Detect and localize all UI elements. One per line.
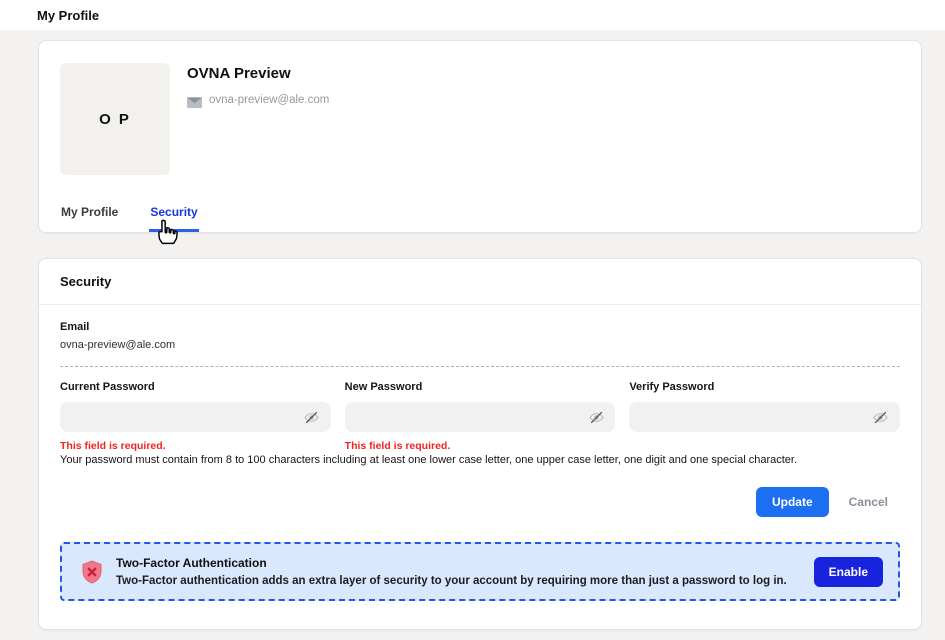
- update-button[interactable]: Update: [756, 487, 829, 517]
- security-card-title: Security: [60, 274, 111, 289]
- profile-name: OVNA Preview: [187, 65, 329, 82]
- two-factor-title: Two-Factor Authentication: [116, 556, 814, 570]
- avatar: O P: [60, 63, 170, 175]
- email-label: Email: [60, 321, 900, 333]
- section-divider: [60, 366, 900, 367]
- security-card: Security Email ovna-preview@ale.com Curr…: [38, 258, 922, 630]
- current-password-label: Current Password: [60, 381, 331, 393]
- profile-card: O P OVNA Preview ovna-preview@ale.com My…: [38, 40, 922, 233]
- page-title: My Profile: [37, 8, 99, 23]
- profile-tabs: My Profile Security: [60, 205, 199, 232]
- current-password-input[interactable]: [60, 402, 331, 432]
- current-password-field-group: Current Password This field is required.: [60, 381, 331, 453]
- security-card-header: Security: [39, 259, 921, 305]
- envelope-icon: [187, 95, 202, 106]
- verify-password-error: [629, 440, 900, 453]
- profile-email: ovna-preview@ale.com: [209, 94, 329, 106]
- shield-x-icon: [81, 560, 103, 584]
- top-bar: My Profile: [0, 0, 945, 30]
- new-password-field-group: New Password This field is required.: [345, 381, 616, 453]
- new-password-error: This field is required.: [345, 440, 616, 453]
- enable-button[interactable]: Enable: [814, 557, 883, 587]
- tab-my-profile[interactable]: My Profile: [60, 205, 119, 232]
- page: My Profile O P OVNA Preview ovna-preview…: [0, 0, 945, 640]
- verify-password-field-group: Verify Password: [629, 381, 900, 453]
- new-password-input[interactable]: [345, 402, 616, 432]
- current-password-error: This field is required.: [60, 440, 331, 453]
- cancel-button[interactable]: Cancel: [849, 495, 888, 509]
- new-password-label: New Password: [345, 381, 616, 393]
- verify-password-label: Verify Password: [629, 381, 900, 393]
- toggle-password-visibility-icon[interactable]: [302, 407, 322, 427]
- two-factor-banner: Two-Factor Authentication Two-Factor aut…: [60, 542, 900, 601]
- verify-password-input[interactable]: [629, 402, 900, 432]
- email-value: ovna-preview@ale.com: [60, 339, 900, 351]
- toggle-password-visibility-icon[interactable]: [871, 407, 891, 427]
- password-requirements-hint: Your password must contain from 8 to 100…: [60, 454, 900, 466]
- toggle-password-visibility-icon[interactable]: [586, 407, 606, 427]
- tab-security[interactable]: Security: [149, 205, 198, 232]
- two-factor-description: Two-Factor authentication adds an extra …: [116, 575, 814, 587]
